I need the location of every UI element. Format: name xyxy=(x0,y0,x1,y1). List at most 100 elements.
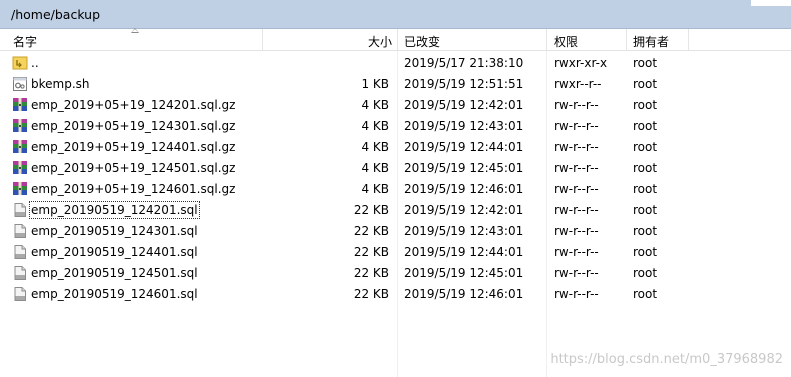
file-row[interactable]: emp_20190519_124301.sql 22 KB 2019/5/19 12… xyxy=(0,221,791,242)
script-file-icon xyxy=(12,76,28,92)
column-header-size[interactable]: 大小 xyxy=(368,33,392,50)
archive-icon xyxy=(12,97,28,113)
sort-ascending-icon xyxy=(131,28,139,33)
file-size: 4 KB xyxy=(361,161,389,175)
sql-file-icon xyxy=(12,223,28,239)
archive-icon xyxy=(12,160,28,176)
file-permissions: rw-r--r-- xyxy=(554,182,599,196)
file-modified: 2019/5/19 12:42:01 xyxy=(404,203,524,217)
file-permissions: rw-r--r-- xyxy=(554,224,599,238)
file-row[interactable]: emp_2019+05+19_124301.sql.gz 4 KB 2019/5/1… xyxy=(0,116,791,137)
file-modified: 2019/5/19 12:43:01 xyxy=(404,224,524,238)
file-name: bkemp.sh xyxy=(31,77,90,91)
file-owner: root xyxy=(633,266,658,280)
file-owner: root xyxy=(633,56,658,70)
file-name: .. xyxy=(31,56,39,70)
file-modified: 2019/5/19 12:51:51 xyxy=(404,77,524,91)
file-row[interactable]: bkemp.sh 1 KB 2019/5/19 12:51:51 rwxr--r-- r… xyxy=(0,74,791,95)
file-size: 22 KB xyxy=(353,224,389,238)
file-size: 4 KB xyxy=(361,98,389,112)
column-header-row: 名字 大小 已改变 权限 拥有者 xyxy=(0,28,791,51)
sql-file-icon xyxy=(12,202,28,218)
file-owner: root xyxy=(633,119,658,133)
file-permissions: rw-r--r-- xyxy=(554,140,599,154)
file-row[interactable]: emp_2019+05+19_124501.sql.gz 4 KB 2019/5/1… xyxy=(0,158,791,179)
column-divider[interactable] xyxy=(546,29,547,50)
file-name: emp_2019+05+19_124601.sql.gz xyxy=(31,182,236,196)
file-owner: root xyxy=(633,161,658,175)
file-name: emp_2019+05+19_124201.sql.gz xyxy=(31,98,236,112)
archive-icon xyxy=(12,118,28,134)
archive-icon xyxy=(12,139,28,155)
file-modified: 2019/5/19 12:46:01 xyxy=(404,182,524,196)
file-permissions: rw-r--r-- xyxy=(554,245,599,259)
file-row[interactable]: emp_20190519_124501.sql 22 KB 2019/5/19 12… xyxy=(0,263,791,284)
file-modified: 2019/5/19 12:46:01 xyxy=(404,287,524,301)
file-modified: 2019/5/19 12:44:01 xyxy=(404,245,524,259)
file-modified: 2019/5/19 12:45:01 xyxy=(404,266,524,280)
sql-file-icon xyxy=(12,244,28,260)
sql-file-icon xyxy=(12,286,28,302)
column-header-permissions[interactable]: 权限 xyxy=(554,33,578,50)
file-modified: 2019/5/19 12:43:01 xyxy=(404,119,524,133)
parent-folder-icon xyxy=(12,55,28,71)
archive-icon xyxy=(12,181,28,197)
file-permissions: rw-r--r-- xyxy=(554,203,599,217)
file-owner: root xyxy=(633,98,658,112)
file-owner: root xyxy=(633,203,658,217)
file-row[interactable]: .. 2019/5/17 21:38:10 rwxr-xr-x root xyxy=(0,53,791,74)
file-size: 22 KB xyxy=(353,266,389,280)
column-header-owner[interactable]: 拥有者 xyxy=(633,33,669,50)
file-modified: 2019/5/19 12:44:01 xyxy=(404,140,524,154)
file-size: 22 KB xyxy=(353,245,389,259)
file-owner: root xyxy=(633,224,658,238)
file-permissions: rwxr--r-- xyxy=(554,77,602,91)
file-row[interactable]: emp_2019+05+19_124601.sql.gz 4 KB 2019/5/1… xyxy=(0,179,791,200)
file-permissions: rw-r--r-- xyxy=(554,161,599,175)
file-permissions: rwxr-xr-x xyxy=(554,56,608,70)
path-bar[interactable]: /home/backup xyxy=(0,0,791,29)
column-header-name[interactable]: 名字 xyxy=(13,33,37,50)
file-modified: 2019/5/19 12:42:01 xyxy=(404,98,524,112)
file-row[interactable]: emp_20190519_124201.sql 22 KB 2019/5/19 12… xyxy=(0,200,791,221)
file-list: .. 2019/5/17 21:38:10 rwxr-xr-x root bkemp.s… xyxy=(0,53,791,305)
file-permissions: rw-r--r-- xyxy=(554,287,599,301)
column-divider[interactable] xyxy=(626,29,627,50)
file-modified: 2019/5/17 21:38:10 xyxy=(404,56,524,70)
file-size: 1 KB xyxy=(361,77,389,91)
file-name: emp_20190519_124401.sql xyxy=(31,245,198,259)
file-permissions: rw-r--r-- xyxy=(554,119,599,133)
file-owner: root xyxy=(633,245,658,259)
file-row[interactable]: emp_2019+05+19_124401.sql.gz 4 KB 2019/5/1… xyxy=(0,137,791,158)
file-owner: root xyxy=(633,140,658,154)
file-permissions: rw-r--r-- xyxy=(554,266,599,280)
file-size: 4 KB xyxy=(361,140,389,154)
column-divider[interactable] xyxy=(688,29,689,50)
file-size: 4 KB xyxy=(361,119,389,133)
path-bar-edge xyxy=(751,0,791,6)
file-name: emp_20190519_124601.sql xyxy=(31,287,198,301)
file-name: emp_20190519_124501.sql xyxy=(31,266,198,280)
file-name: emp_2019+05+19_124501.sql.gz xyxy=(31,161,236,175)
file-name: emp_20190519_124301.sql xyxy=(31,224,198,238)
file-name: emp_20190519_124201.sql xyxy=(29,201,200,219)
current-path: /home/backup xyxy=(11,7,101,22)
file-name: emp_2019+05+19_124301.sql.gz xyxy=(31,119,236,133)
file-row[interactable]: emp_2019+05+19_124201.sql.gz 4 KB 2019/5/1… xyxy=(0,95,791,116)
file-row[interactable]: emp_20190519_124401.sql 22 KB 2019/5/19 12… xyxy=(0,242,791,263)
file-owner: root xyxy=(633,77,658,91)
watermark: https://blog.csdn.net/m0_37968982 xyxy=(550,352,783,367)
column-header-modified[interactable]: 已改变 xyxy=(404,33,440,50)
file-name: emp_2019+05+19_124401.sql.gz xyxy=(31,140,236,154)
sql-file-icon xyxy=(12,265,28,281)
column-divider[interactable] xyxy=(397,29,398,50)
file-owner: root xyxy=(633,182,658,196)
column-divider[interactable] xyxy=(262,29,263,50)
file-owner: root xyxy=(633,287,658,301)
file-row[interactable]: emp_20190519_124601.sql 22 KB 2019/5/19 12… xyxy=(0,284,791,305)
file-size: 4 KB xyxy=(361,182,389,196)
file-modified: 2019/5/19 12:45:01 xyxy=(404,161,524,175)
file-permissions: rw-r--r-- xyxy=(554,98,599,112)
file-size: 22 KB xyxy=(353,287,389,301)
file-size: 22 KB xyxy=(353,203,389,217)
